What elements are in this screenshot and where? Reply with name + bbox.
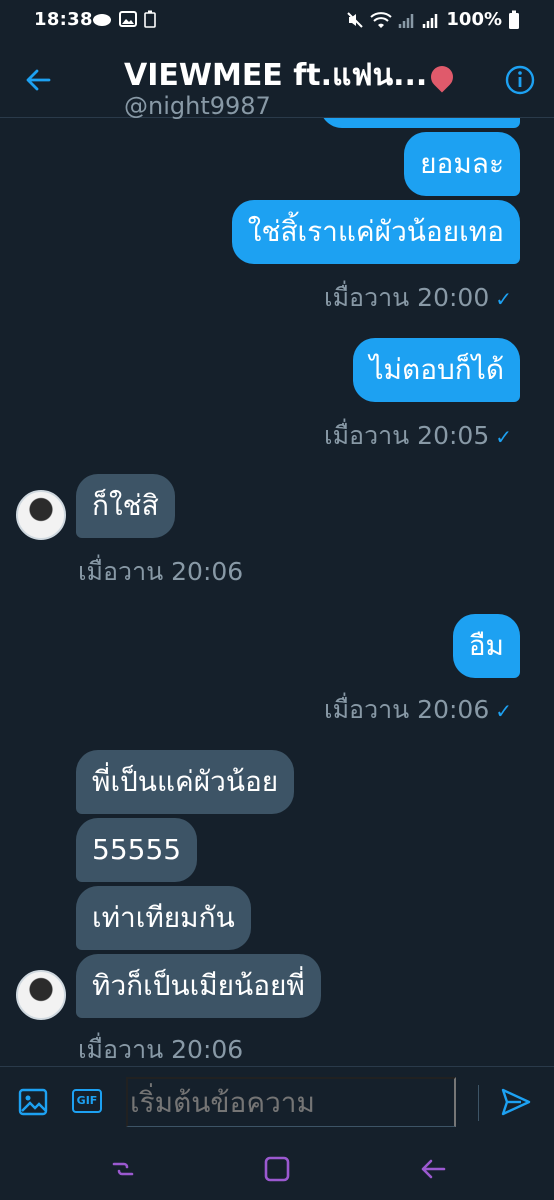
status-left-icons (92, 10, 156, 28)
image-icon (18, 1088, 48, 1116)
recent-apps-icon (112, 1162, 134, 1176)
message-timestamp: เมื่อวาน 20:06 (78, 552, 243, 592)
recent-apps-button[interactable] (108, 1154, 138, 1184)
message-text: ไม่ตอบก็ได้ (369, 353, 504, 386)
info-button[interactable] (504, 64, 536, 96)
message-bubble-incoming[interactable]: ก็ใช่สิ (76, 474, 175, 538)
message-bubble-outgoing[interactable]: ไม่ตอบก็ได้ (353, 338, 520, 402)
conversation-title-text: VIEWMEE ft.แฟน... (124, 58, 428, 93)
message-list[interactable]: ยอมละ ใช่สิ้เราแค่ผัวน้อยเทอ เมื่อวาน 20… (0, 118, 554, 1066)
message-text: ใช่สิ้เราแค่ผัวน้อยเทอ (247, 215, 504, 248)
home-button[interactable] (262, 1154, 292, 1184)
timestamp-text: เมื่อวาน 20:06 (78, 557, 244, 586)
back-button[interactable] (20, 62, 56, 98)
signal-icon (399, 13, 414, 28)
composer-divider (478, 1085, 479, 1121)
cloud-icon (93, 14, 111, 26)
battery-icon (509, 10, 519, 29)
message-bubble-outgoing[interactable]: อืม (452, 614, 520, 678)
system-back-button[interactable] (418, 1154, 448, 1184)
sent-check-icon: ✓ (495, 699, 512, 723)
sent-check-icon: ✓ (495, 287, 512, 311)
system-nav-bar (0, 1136, 554, 1200)
message-text: ก็ใช่สิ (92, 489, 159, 522)
timestamp-text: เมื่อวาน 20:06 (324, 695, 490, 724)
conversation-header: VIEWMEE ft.แฟน... @night9987 (0, 40, 554, 120)
battery-saver-icon (144, 10, 156, 28)
conversation-handle: @night9987 (124, 92, 271, 120)
message-bubble-incoming[interactable]: พี่เป็นแค่ผัวน้อย (76, 750, 295, 814)
timestamp-text: เมื่อวาน 20:05 (324, 421, 490, 450)
signal-icon-2 (423, 13, 438, 28)
message-bubble-incoming[interactable]: เท่าเทียมกัน (76, 886, 251, 950)
send-button[interactable] (500, 1087, 532, 1117)
avatar[interactable] (16, 970, 66, 1020)
message-input[interactable] (126, 1077, 456, 1127)
status-time: 18:38 (34, 9, 93, 30)
status-bar: 18:38 100% (0, 0, 554, 40)
avatar[interactable] (16, 490, 66, 540)
message-bubble-incoming[interactable]: ทิวก็เป็นเมียน้อยพี่ (76, 954, 321, 1018)
heart-emoji-icon (426, 60, 458, 93)
message-text: เท่าเทียมกัน (92, 901, 235, 934)
gallery-icon (119, 11, 137, 27)
arrow-back-icon (26, 69, 51, 91)
wifi-icon (370, 11, 393, 28)
gif-button[interactable]: GIF (72, 1089, 102, 1113)
timestamp-text: เมื่อวาน 20:00 (324, 283, 490, 312)
message-timestamp: เมื่อวาน 20:05 ✓ (324, 416, 512, 456)
battery-percent: 100% (446, 9, 502, 30)
message-text: พี่เป็นแค่ผัวน้อย (92, 765, 279, 798)
message-bubble-outgoing-partial[interactable] (320, 118, 520, 128)
add-image-button[interactable] (18, 1087, 48, 1117)
message-timestamp: เมื่อวาน 20:00 ✓ (324, 278, 512, 318)
send-icon (501, 1088, 531, 1116)
timestamp-text: เมื่อวาน 20:06 (78, 1035, 244, 1064)
message-bubble-outgoing[interactable]: ยอมละ (404, 132, 520, 196)
message-composer: GIF (0, 1066, 554, 1136)
back-icon (421, 1159, 446, 1179)
message-timestamp: เมื่อวาน 20:06 ✓ (324, 690, 512, 730)
info-icon (505, 65, 535, 95)
mute-icon (347, 11, 364, 28)
home-icon (264, 1156, 290, 1182)
status-right: 100% (346, 9, 520, 30)
message-bubble-incoming[interactable]: 55555 (76, 818, 198, 882)
message-text: อืม (468, 629, 504, 662)
message-bubble-outgoing[interactable]: ใช่สิ้เราแค่ผัวน้อยเทอ (231, 200, 520, 264)
message-text: ทิวก็เป็นเมียน้อยพี่ (92, 969, 305, 1002)
gif-icon: GIF (76, 1094, 98, 1107)
message-timestamp: เมื่อวาน 20:06 (78, 1030, 243, 1066)
message-text: 55555 (92, 833, 182, 866)
sent-check-icon: ✓ (495, 425, 512, 449)
message-text: ยอมละ (420, 147, 504, 180)
